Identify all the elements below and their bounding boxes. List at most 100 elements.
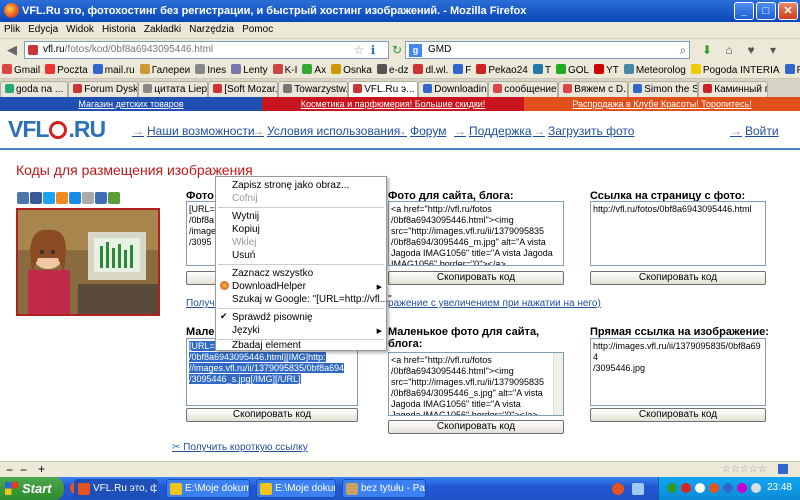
tab-item[interactable]: Towarzystw... <box>278 81 349 97</box>
tab-item[interactable]: [Soft Mozar... <box>208 81 279 97</box>
menu-plik[interactable]: Plik <box>0 22 24 35</box>
menu-narzedzia[interactable]: Narzędzia <box>185 22 238 35</box>
twitter-icon[interactable] <box>43 192 55 204</box>
promo-link-1[interactable]: Магазин детских товаров <box>0 97 262 111</box>
tab-item[interactable]: Forum Dysk... <box>68 81 139 97</box>
bookmark-item[interactable]: Ax <box>300 61 329 76</box>
facebook-icon[interactable] <box>30 192 42 204</box>
zoom-reset-icon[interactable]: − <box>20 463 27 477</box>
task-explorer-1[interactable]: E:\Moje dokum... <box>166 479 250 498</box>
menu-widok[interactable]: Widok <box>62 22 98 35</box>
download-icon[interactable]: ⬇ <box>700 43 714 57</box>
bookmark-item[interactable]: Pekao24 <box>474 61 530 76</box>
tab-item[interactable]: сообщение... <box>488 81 559 97</box>
vk-icon[interactable] <box>17 192 29 204</box>
bookmark-item[interactable]: Picasa moja <box>783 61 800 76</box>
copy-button-html[interactable]: Скопировать код <box>388 271 564 285</box>
bookmark-star-icon[interactable]: ☆ <box>352 43 366 57</box>
mailru-icon[interactable] <box>69 192 81 204</box>
bookmark-item[interactable]: Lenty <box>229 61 270 76</box>
task-paint[interactable]: bez tytułu - Paint <box>342 479 426 498</box>
info-icon[interactable]: ℹ <box>366 43 380 57</box>
quicklaunch-icon[interactable] <box>632 483 644 495</box>
close-button[interactable]: ✕ <box>778 2 798 20</box>
bookmark-item[interactable]: F <box>451 61 474 76</box>
nav-forum[interactable]: → Форум <box>395 124 446 138</box>
promo-link-2[interactable]: Косметика и парфюмерия! Большие скидки! <box>262 97 524 111</box>
zoom-in-icon[interactable]: + <box>38 462 45 476</box>
tab-item[interactable]: Downloading... <box>418 81 489 97</box>
site-logo[interactable]: VFL .RU <box>8 116 106 143</box>
ctx-cut[interactable]: Wytnij <box>232 211 259 222</box>
menu-pomoc[interactable]: Pomoc <box>238 22 277 35</box>
task-explorer-2[interactable]: E:\Moje dokum... <box>256 479 336 498</box>
link-icon[interactable] <box>82 192 94 204</box>
url-bar[interactable]: vfl.ru/fotos/kod/0bf8a6943095446.html <box>24 41 389 59</box>
share-more-icon[interactable] <box>108 192 120 204</box>
quicklaunch-icon[interactable] <box>612 483 624 495</box>
window-titlebar[interactable]: VFL.Ru это, фотохостинг без регистрации,… <box>0 0 800 22</box>
tray-app-icon[interactable] <box>751 483 761 493</box>
nav-terms[interactable]: → Условия использования <box>252 124 400 138</box>
bookmark-item[interactable]: dl.wl. <box>411 61 451 76</box>
nav-upload[interactable]: → Загрузить фото <box>533 124 634 138</box>
back-icon[interactable]: ◀ <box>4 42 20 58</box>
bookmark-item[interactable]: YT <box>592 61 622 76</box>
odnoklassniki-icon[interactable] <box>56 192 68 204</box>
scrollbar[interactable] <box>553 353 563 415</box>
bookmark-item[interactable]: Ines <box>193 61 229 76</box>
tray-app-icon[interactable] <box>723 483 733 493</box>
ctx-downloadhelper[interactable]: DownloadHelper <box>232 281 306 292</box>
photo-thumbnail[interactable] <box>16 208 160 316</box>
block-direct-link-code[interactable]: http://images.vfl.ru/ii/1379095835/0bf8a… <box>590 338 766 406</box>
nav-support[interactable]: → Поддержка <box>454 124 532 138</box>
nav-features[interactable]: → Наши возможности <box>132 124 255 138</box>
bookmark-item[interactable]: mail.ru <box>91 61 138 76</box>
tray-app-icon[interactable] <box>737 483 747 493</box>
ctx-search-google[interactable]: Szukaj w Google: "[URL=http://vfl..." <box>232 294 392 305</box>
search-icon[interactable]: ⌕ <box>676 43 690 57</box>
maximize-button[interactable]: □ <box>756 2 776 20</box>
menu-zakladki[interactable]: Zakładki <box>140 22 185 35</box>
addon-bar-icon[interactable] <box>778 464 788 474</box>
search-input[interactable]: g GMD <box>405 41 690 59</box>
promo-link-3[interactable]: Распродажа в Клубе Красоты! Торопитесь! <box>524 97 800 111</box>
nav-login[interactable]: → Войти <box>730 124 779 138</box>
tab-item[interactable]: VFL.Ru э... <box>348 81 419 97</box>
zoom-out-icon[interactable]: − <box>6 463 13 477</box>
copy-button-small-bbcode[interactable]: Скопировать код <box>186 408 358 422</box>
block-small-html-code[interactable]: <a href="http://vfl.ru/fotos /0bf8a69430… <box>388 352 564 416</box>
liveinternet-icon[interactable] <box>95 192 107 204</box>
reload-icon[interactable]: ↻ <box>390 43 404 57</box>
task-firefox[interactable]: VFL.Ru это, ф... <box>74 479 158 498</box>
bookmark-item[interactable]: Gmail <box>0 61 43 76</box>
start-button[interactable]: Start <box>0 477 64 500</box>
copy-button-small-html[interactable]: Скопировать код <box>388 420 564 434</box>
ctx-copy[interactable]: Kopiuj <box>232 224 260 235</box>
ctx-languages[interactable]: Języki <box>232 325 260 336</box>
tab-item[interactable]: Simon the S... <box>628 81 699 97</box>
bookmark-item[interactable]: K-I <box>271 61 301 76</box>
bookmark-item[interactable]: Osnka <box>329 61 375 76</box>
bookmark-item[interactable]: T <box>531 61 554 76</box>
ctx-delete[interactable]: Usuń <box>232 250 255 261</box>
ctx-spellcheck[interactable]: Sprawdź pisownię <box>232 312 313 323</box>
bookmark-item[interactable]: Галереи <box>138 61 194 76</box>
tray-antivirus-icon[interactable] <box>681 483 691 493</box>
tray-app-icon[interactable] <box>709 483 719 493</box>
menu-historia[interactable]: Historia <box>98 22 140 35</box>
ctx-select-all[interactable]: Zaznacz wszystko <box>232 268 313 279</box>
block-page-link-code[interactable]: http://vfl.ru/fotos/0bf8a6943095446.html <box>590 201 766 266</box>
bookmark-item[interactable]: Pogoda INTERIA <box>689 61 783 76</box>
pocket-icon[interactable]: ♥ <box>744 43 758 57</box>
block-html-code[interactable]: <a href="http://vfl.ru/fotos /0bf8a69430… <box>388 201 564 266</box>
get-link-right[interactable]: ражение с увеличением при нажатии на нег… <box>388 298 601 309</box>
tray-network-icon[interactable] <box>667 483 677 493</box>
ctx-inspect-element[interactable]: Zbadaj element <box>232 340 301 351</box>
bookmark-item[interactable]: GOL <box>554 61 592 76</box>
tray-volume-icon[interactable] <box>695 483 705 493</box>
bookmark-item[interactable]: Poczta <box>43 61 91 76</box>
short-link[interactable]: ✂ Получить короткую ссылку <box>172 442 308 453</box>
home-icon[interactable]: ⌂ <box>722 43 736 57</box>
minimize-button[interactable]: _ <box>734 2 754 20</box>
